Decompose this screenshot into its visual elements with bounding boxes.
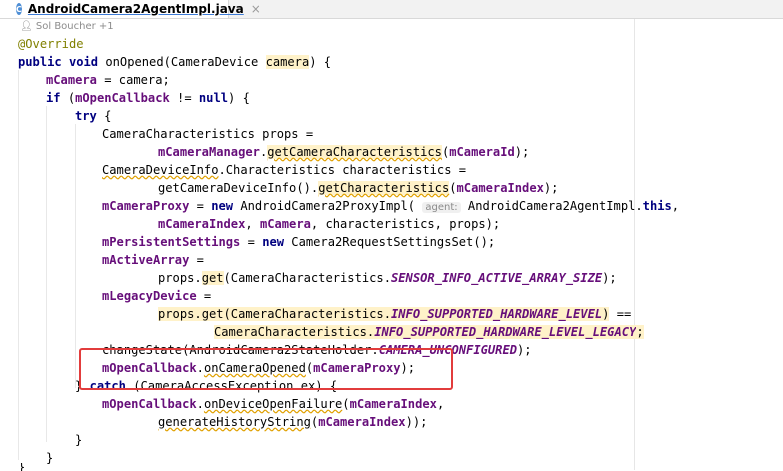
- code-line-13: mActiveArray =: [102, 253, 204, 267]
- code-line-12: mPersistentSettings = new Camera2Request…: [102, 235, 496, 249]
- code-line-16: props.get(CameraCharacteristics.INFO_SUP…: [158, 307, 632, 321]
- code-line-15: mLegacyDevice =: [102, 289, 212, 303]
- editor-gutter: [0, 19, 10, 470]
- code-line-14: props.get(CameraCharacteristics.SENSOR_I…: [158, 271, 617, 285]
- tab-filename: AndroidCamera2AgentImpl.java: [27, 2, 244, 16]
- code-line-2: public void onOpened(CameraDevice camera…: [18, 55, 332, 69]
- code-line-7: mCameraManager.getCameraCharacteristics(…: [158, 145, 530, 159]
- code-line-4: if (mOpenCallback != null) {: [46, 91, 250, 105]
- java-class-icon: C: [16, 3, 22, 15]
- user-icon: 👤︎: [20, 21, 33, 32]
- code-line-24: }: [46, 451, 54, 465]
- code-line-22: generateHistoryString(mCameraIndex));: [158, 415, 428, 429]
- code-line-17: CameraCharacteristics.INFO_SUPPORTED_HAR…: [214, 325, 644, 339]
- indent-guide: [18, 70, 19, 460]
- right-margin-guide: [634, 19, 635, 470]
- indent-guide: [75, 124, 76, 388]
- code-line-9: getCameraDeviceInfo().getCharacteristics…: [158, 181, 559, 195]
- code-line-6: CameraCharacteristics props =: [102, 127, 314, 141]
- code-line-23: }: [75, 433, 83, 447]
- author-hint[interactable]: 👤︎ Sol Boucher +1: [20, 21, 114, 35]
- close-tab-icon[interactable]: ×: [251, 2, 261, 16]
- code-line-8: CameraDeviceInfo.Characteristics charact…: [102, 163, 467, 177]
- highlight-box: [79, 348, 453, 390]
- tab-androidcamera2agentimpl[interactable]: C AndroidCamera2AgentImpl.java ×: [0, 0, 261, 18]
- code-line-11: mCameraIndex, mCamera, characteristics, …: [158, 217, 501, 231]
- code-line-3: mCamera = camera;: [46, 73, 170, 87]
- editor-tab-bar: C AndroidCamera2AgentImpl.java ×: [0, 0, 783, 19]
- code-line-21: mOpenCallback.onDeviceOpenFailure(mCamer…: [102, 397, 445, 411]
- code-line-5: try {: [75, 109, 112, 123]
- code-line-10: mCameraProxy = new AndroidCamera2ProxyIm…: [102, 199, 680, 213]
- code-line-1: @Override: [18, 37, 84, 51]
- parameter-hint: agent:: [422, 202, 461, 213]
- indent-guide: [46, 106, 47, 442]
